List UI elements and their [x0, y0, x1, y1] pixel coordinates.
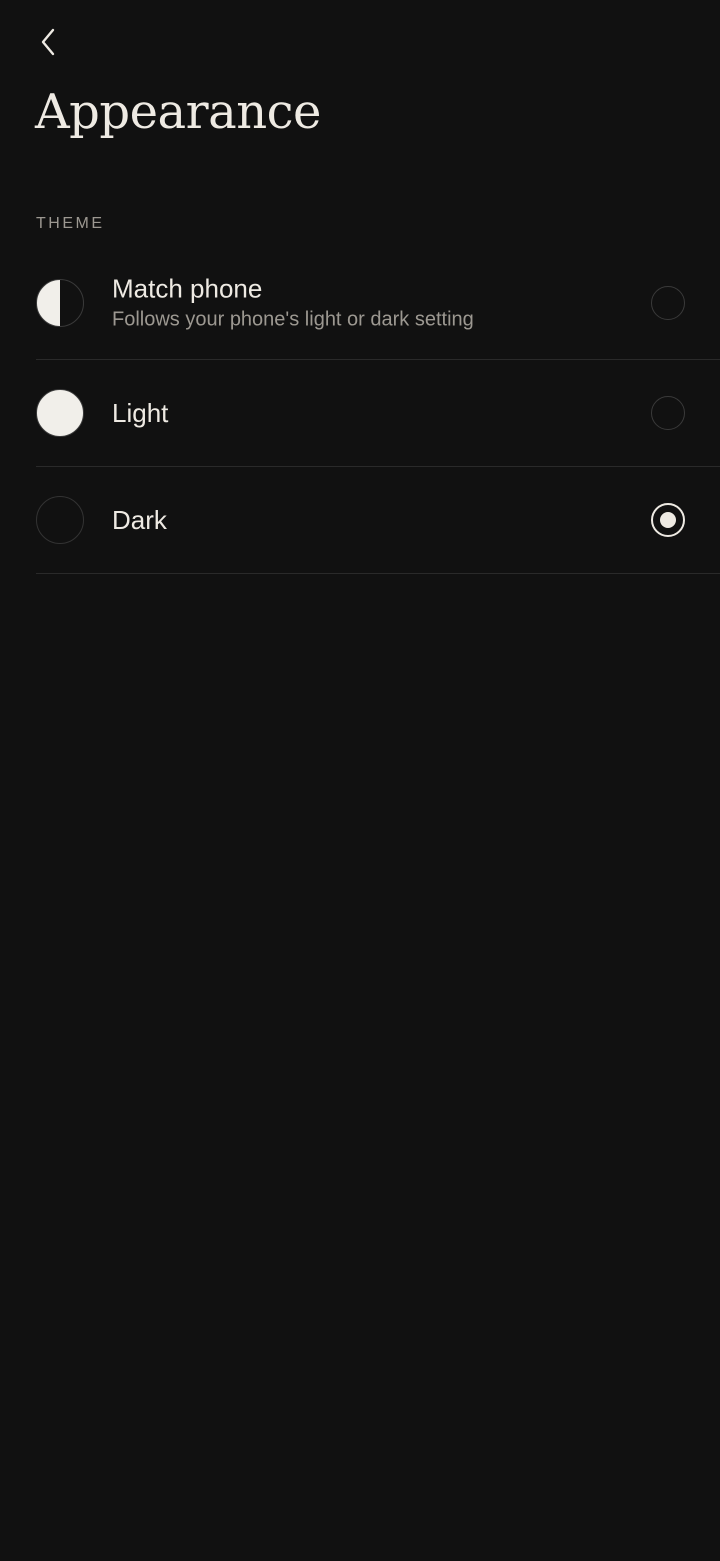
radio-match-phone[interactable] [651, 286, 685, 320]
radio-light[interactable] [651, 396, 685, 430]
dark-circle-icon [36, 496, 84, 544]
radio-dark[interactable] [651, 503, 685, 537]
light-circle-icon [36, 389, 84, 437]
option-subtitle: Follows your phone's light or dark setti… [112, 308, 474, 331]
option-title: Light [112, 398, 169, 428]
section-header-theme: THEME [36, 215, 105, 232]
page-title: Appearance [35, 84, 321, 140]
half-circle-icon [36, 279, 84, 327]
chevron-left-icon [41, 28, 55, 56]
back-button[interactable] [28, 22, 68, 62]
radio-selected-dot [660, 512, 676, 528]
theme-option-light[interactable]: Light [36, 360, 720, 467]
option-text: Light [112, 397, 168, 429]
theme-option-match-phone[interactable]: Match phone Follows your phone's light o… [36, 247, 720, 360]
option-text: Match phone Follows your phone's light o… [112, 273, 474, 334]
option-title: Dark [112, 505, 167, 535]
theme-option-list: Match phone Follows your phone's light o… [0, 247, 720, 574]
option-title: Match phone [112, 273, 263, 304]
theme-option-dark[interactable]: Dark [36, 467, 720, 574]
option-text: Dark [112, 504, 167, 536]
